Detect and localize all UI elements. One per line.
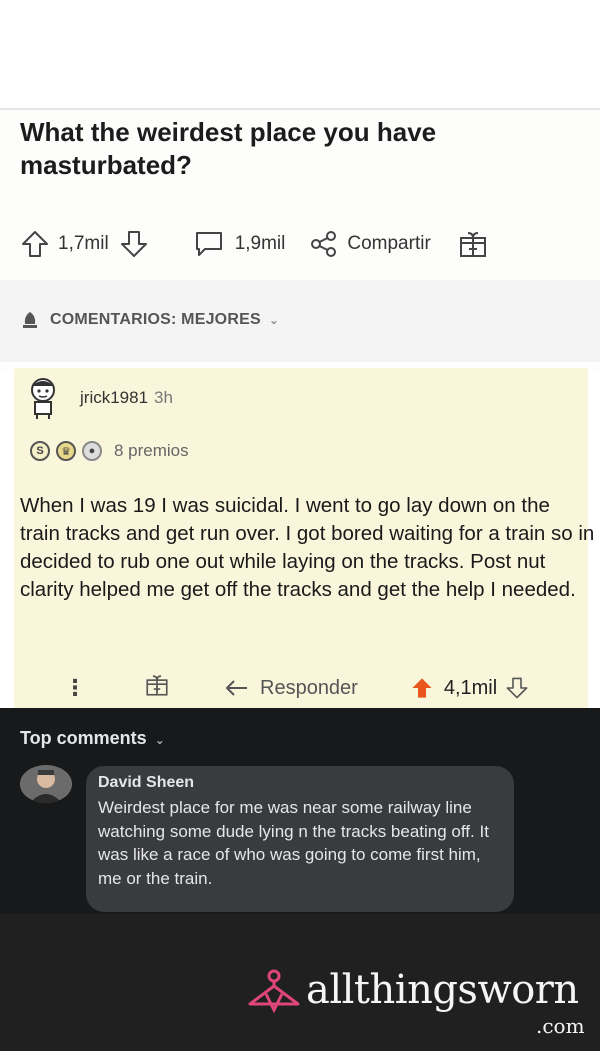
watermark-tld: .com	[536, 1014, 585, 1038]
comment-sort-dropdown[interactable]: COMENTARIOS: MEJORES ⌄	[20, 308, 279, 332]
awards-row[interactable]: S ♛ ● 8 premios	[30, 438, 189, 464]
reply-label: Responder	[260, 676, 358, 699]
reply-arrow-icon	[226, 680, 247, 696]
watermark-logo: allthingsworn	[246, 968, 579, 1018]
upvote-filled-icon[interactable]	[410, 676, 434, 700]
downvote-arrow-icon[interactable]	[505, 676, 529, 700]
fb-avatar[interactable]	[20, 765, 72, 803]
fb-comment-text: Weirdest place for me was near some rail…	[98, 798, 489, 888]
post-action-bar: 1,7mil 1,9mil Compartir	[20, 226, 590, 262]
silver-award-icon: S	[30, 441, 50, 461]
watermark-brand: allthingsworn	[306, 967, 579, 1013]
upvote-arrow-icon	[22, 231, 48, 257]
comment-bubble-icon	[195, 232, 222, 256]
hanger-logo-icon	[248, 969, 300, 1014]
sort-label: COMENTARIOS: MEJORES	[50, 311, 261, 328]
post-title: What the weirdest place you have masturb…	[20, 117, 437, 180]
chevron-down-icon: ⌄	[154, 733, 165, 747]
top-blank-area	[0, 0, 600, 110]
share-button[interactable]: Compartir	[347, 233, 430, 255]
share-icon	[311, 231, 337, 257]
awards-count: 8 premios	[114, 441, 189, 460]
more-options-icon[interactable]: ⋮	[64, 675, 86, 701]
reply-button[interactable]: Responder	[224, 677, 358, 700]
helpful-award-icon: ●	[82, 441, 102, 461]
comments-button[interactable]	[193, 229, 225, 259]
upvote-button[interactable]	[20, 229, 50, 259]
gift-icon	[146, 675, 168, 696]
comment-vote-group: 4,1mil	[410, 676, 529, 700]
award-button[interactable]	[457, 228, 489, 260]
upvote-count: 1,7mil	[58, 233, 109, 254]
fb-comment-author[interactable]: David Sheen	[98, 774, 194, 792]
gold-award-icon: ♛	[56, 441, 76, 461]
gift-icon	[459, 232, 486, 257]
comment-author[interactable]: jrick1981 3h	[80, 388, 173, 408]
comment-count: 1,9mil	[234, 233, 286, 254]
top-comments-dropdown[interactable]: Top comments ⌄	[20, 728, 165, 749]
downvote-arrow-icon	[120, 231, 147, 257]
top-comments-label: Top comments	[20, 728, 147, 748]
share-icon-wrap[interactable]	[309, 229, 339, 259]
comment-body: When I was 19 I was suicidal. I went to …	[20, 494, 595, 601]
comment-vote-count: 4,1mil	[443, 676, 498, 699]
rocket-sort-icon	[23, 312, 37, 328]
downvote-button[interactable]	[119, 229, 149, 259]
username-text[interactable]: jrick1981	[80, 388, 148, 407]
comment-action-bar: ⋮ Responder 4,1mil	[14, 670, 588, 706]
comment-time: 3h	[154, 388, 173, 407]
chevron-down-icon: ⌄	[268, 313, 280, 327]
user-avatar[interactable]	[22, 374, 64, 420]
comment-award-button[interactable]	[144, 672, 170, 704]
